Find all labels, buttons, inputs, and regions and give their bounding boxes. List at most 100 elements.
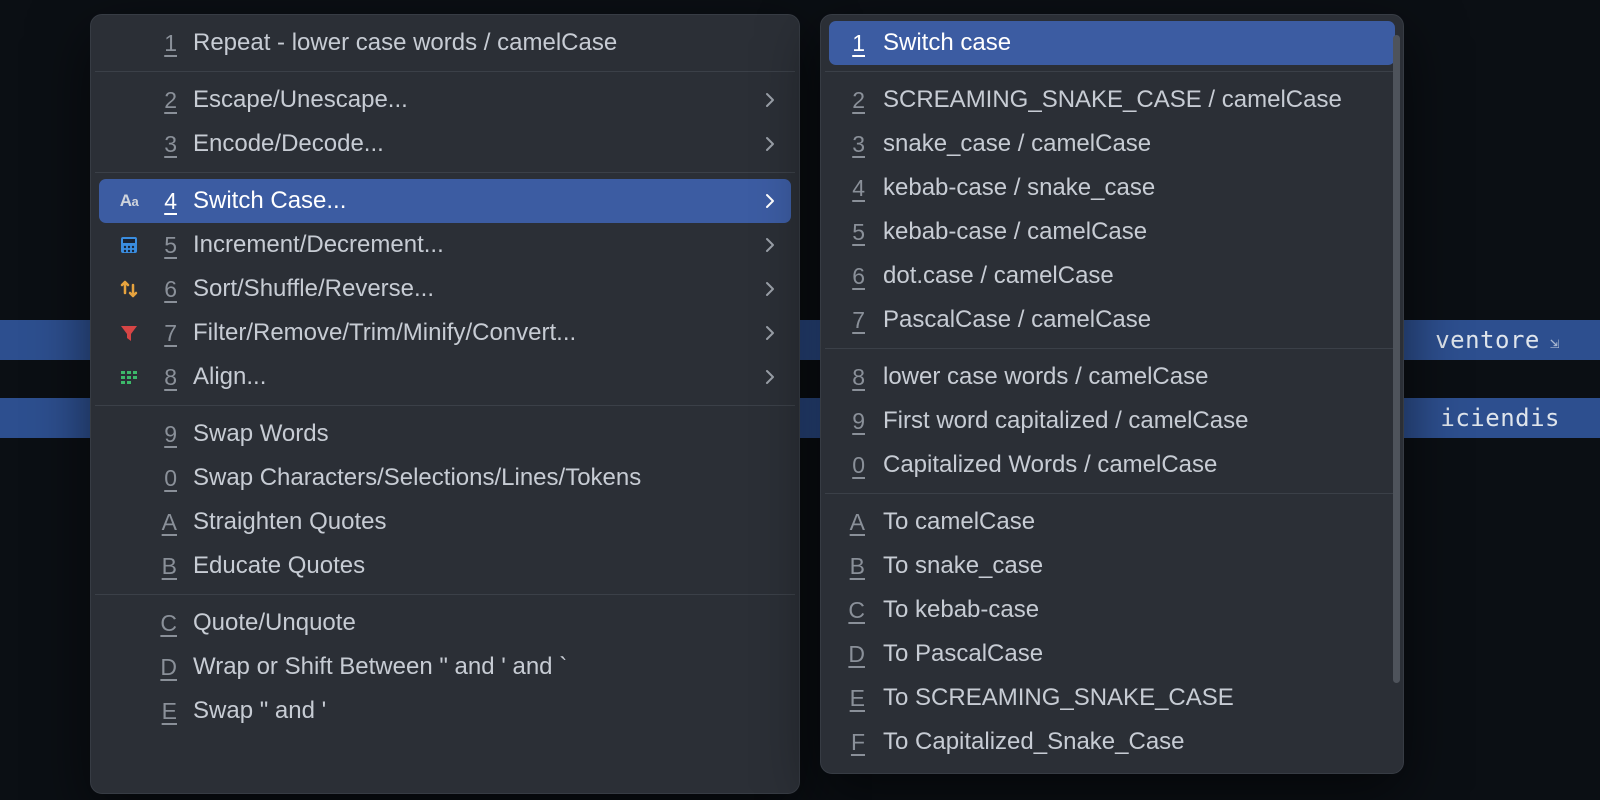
sort-icon [119, 279, 139, 299]
menu-item-label: Repeat - lower case words / camelCase [193, 29, 775, 57]
menu-divider [825, 348, 1399, 349]
menu-item-key: 2 [841, 87, 865, 114]
editor-text-fragment: ventore⇲ [1435, 326, 1560, 354]
menu-item-key: E [841, 685, 865, 712]
menu-item[interactable]: ESwap " and ' [99, 689, 791, 733]
menu-item-label: Align... [193, 363, 757, 391]
menu-item-key: 0 [841, 452, 865, 479]
menu-item[interactable]: 2 Escape/Unescape... [99, 78, 791, 122]
menu-item-key: 3 [147, 131, 177, 158]
menu-item-key: 6 [147, 276, 177, 303]
menu-item-key: 3 [841, 131, 865, 158]
menu-divider [95, 594, 795, 595]
menu-item[interactable]: 7PascalCase / camelCase [829, 298, 1395, 342]
scrollbar[interactable] [1393, 35, 1400, 683]
menu-divider [825, 71, 1399, 72]
menu-item-label: To SCREAMING_SNAKE_CASE [883, 684, 1379, 712]
menu-item[interactable]: 9 First word capitalized / camelCase [829, 399, 1395, 443]
menu-item[interactable]: 2 SCREAMING_SNAKE_CASE / camelCase [829, 78, 1395, 122]
menu-item-key: A [841, 509, 865, 536]
menu-item[interactable]: A Straighten Quotes [99, 500, 791, 544]
menu-item-key: 2 [147, 87, 177, 114]
menu-item[interactable]: 9 Swap Words [99, 412, 791, 456]
menu-item-key: 4 [147, 188, 177, 215]
menu-item[interactable]: 8 lower case words / camelCase [829, 355, 1395, 399]
menu-item[interactable]: CTo kebab-case [829, 588, 1395, 632]
menu-item-key: D [841, 641, 865, 668]
menu-item[interactable]: 1 Switch case [829, 21, 1395, 65]
menu-item[interactable]: B To snake_case [829, 544, 1395, 588]
menu-item-label: To snake_case [883, 552, 1379, 580]
menu-item-key: 8 [147, 364, 177, 391]
menu-item-key: 6 [841, 263, 865, 290]
menu-item-label: Switch Case... [193, 187, 757, 215]
menu-item-label: SCREAMING_SNAKE_CASE / camelCase [883, 86, 1379, 114]
menu-item-key: E [147, 698, 177, 725]
menu-item-label: First word capitalized / camelCase [883, 407, 1379, 435]
menu-divider [825, 493, 1399, 494]
menu-item-label: lower case words / camelCase [883, 363, 1379, 391]
menu-item[interactable]: 4kebab-case / snake_case [829, 166, 1395, 210]
menu-item-key: B [147, 553, 177, 580]
menu-item-key: 5 [147, 232, 177, 259]
menu-item[interactable]: 0Swap Characters/Selections/Lines/Tokens [99, 456, 791, 500]
menu-item[interactable]: Aa4Switch Case... [99, 179, 791, 223]
menu-item-label: Educate Quotes [193, 552, 775, 580]
menu-item[interactable]: D To PascalCase [829, 632, 1395, 676]
menu-item-key: 7 [147, 320, 177, 347]
menu-item-label: Swap Characters/Selections/Lines/Tokens [193, 464, 775, 492]
menu-item-key: C [147, 610, 177, 637]
menu-item-key: A [147, 509, 177, 536]
menu-item-label: Wrap or Shift Between " and ' and ` [193, 653, 775, 681]
menu-item[interactable]: B Educate Quotes [99, 544, 791, 588]
menu-item-label: To Capitalized_Snake_Case [883, 728, 1379, 756]
chevron-right-icon [765, 325, 775, 341]
menu-item-label: Increment/Decrement... [193, 231, 757, 259]
menu-item-key: 5 [841, 219, 865, 246]
menu-item-label: snake_case / camelCase [883, 130, 1379, 158]
menu-item-label: Sort/Shuffle/Reverse... [193, 275, 757, 303]
menu-item[interactable]: DWrap or Shift Between " and ' and ` [99, 645, 791, 689]
menu-item-label: Straighten Quotes [193, 508, 775, 536]
menu-item[interactable]: 0 Capitalized Words / camelCase [829, 443, 1395, 487]
menu-item[interactable]: 6 Sort/Shuffle/Reverse... [99, 267, 791, 311]
menu-item[interactable]: 3Encode/Decode... [99, 122, 791, 166]
menu-item-key: 9 [841, 408, 865, 435]
menu-item-label: PascalCase / camelCase [883, 306, 1379, 334]
menu-item-label: Capitalized Words / camelCase [883, 451, 1379, 479]
menu-item[interactable]: 3 snake_case / camelCase [829, 122, 1395, 166]
menu-item[interactable]: ATo camelCase [829, 500, 1395, 544]
menu-item[interactable]: F To Capitalized_Snake_Case [829, 720, 1395, 764]
menu-divider [95, 405, 795, 406]
menu-item[interactable]: 6 dot.case / camelCase [829, 254, 1395, 298]
menu-item[interactable]: 1 Repeat - lower case words / camelCase [99, 21, 791, 65]
menu-item-label: dot.case / camelCase [883, 262, 1379, 290]
switch-case-submenu: 1 Switch case 2 SCREAMING_SNAKE_CASE / came… [820, 14, 1404, 774]
chevron-right-icon [765, 193, 775, 209]
menu-divider [95, 172, 795, 173]
menu-item-key: 1 [147, 30, 177, 57]
menu-item-label: Escape/Unescape... [193, 86, 757, 114]
menu-item-key: 1 [841, 30, 865, 57]
menu-item-key: F [841, 729, 865, 756]
string-actions-menu: 1Repeat - lower case words / camelCase2E… [90, 14, 800, 794]
chevron-right-icon [765, 136, 775, 152]
menu-item-label: Quote/Unquote [193, 609, 775, 637]
menu-item-key: B [841, 553, 865, 580]
menu-item-label: kebab-case / snake_case [883, 174, 1379, 202]
menu-item-key: 8 [841, 364, 865, 391]
menu-item[interactable]: 7Filter/Remove/Trim/Minify/Convert... [99, 311, 791, 355]
menu-item[interactable]: C Quote/Unquote [99, 601, 791, 645]
menu-item-label: Switch case [883, 29, 1379, 57]
menu-divider [95, 71, 795, 72]
menu-item-label: To PascalCase [883, 640, 1379, 668]
menu-item-key: 9 [147, 421, 177, 448]
menu-item[interactable]: 8 Align... [99, 355, 791, 399]
menu-item-label: Swap Words [193, 420, 775, 448]
menu-item[interactable]: 5 Increment/Decrement... [99, 223, 791, 267]
align-icon [119, 367, 139, 387]
chevron-right-icon [765, 369, 775, 385]
menu-item[interactable]: E To SCREAMING_SNAKE_CASE [829, 676, 1395, 720]
menu-item[interactable]: 5kebab-case / camelCase [829, 210, 1395, 254]
chevron-right-icon [765, 281, 775, 297]
